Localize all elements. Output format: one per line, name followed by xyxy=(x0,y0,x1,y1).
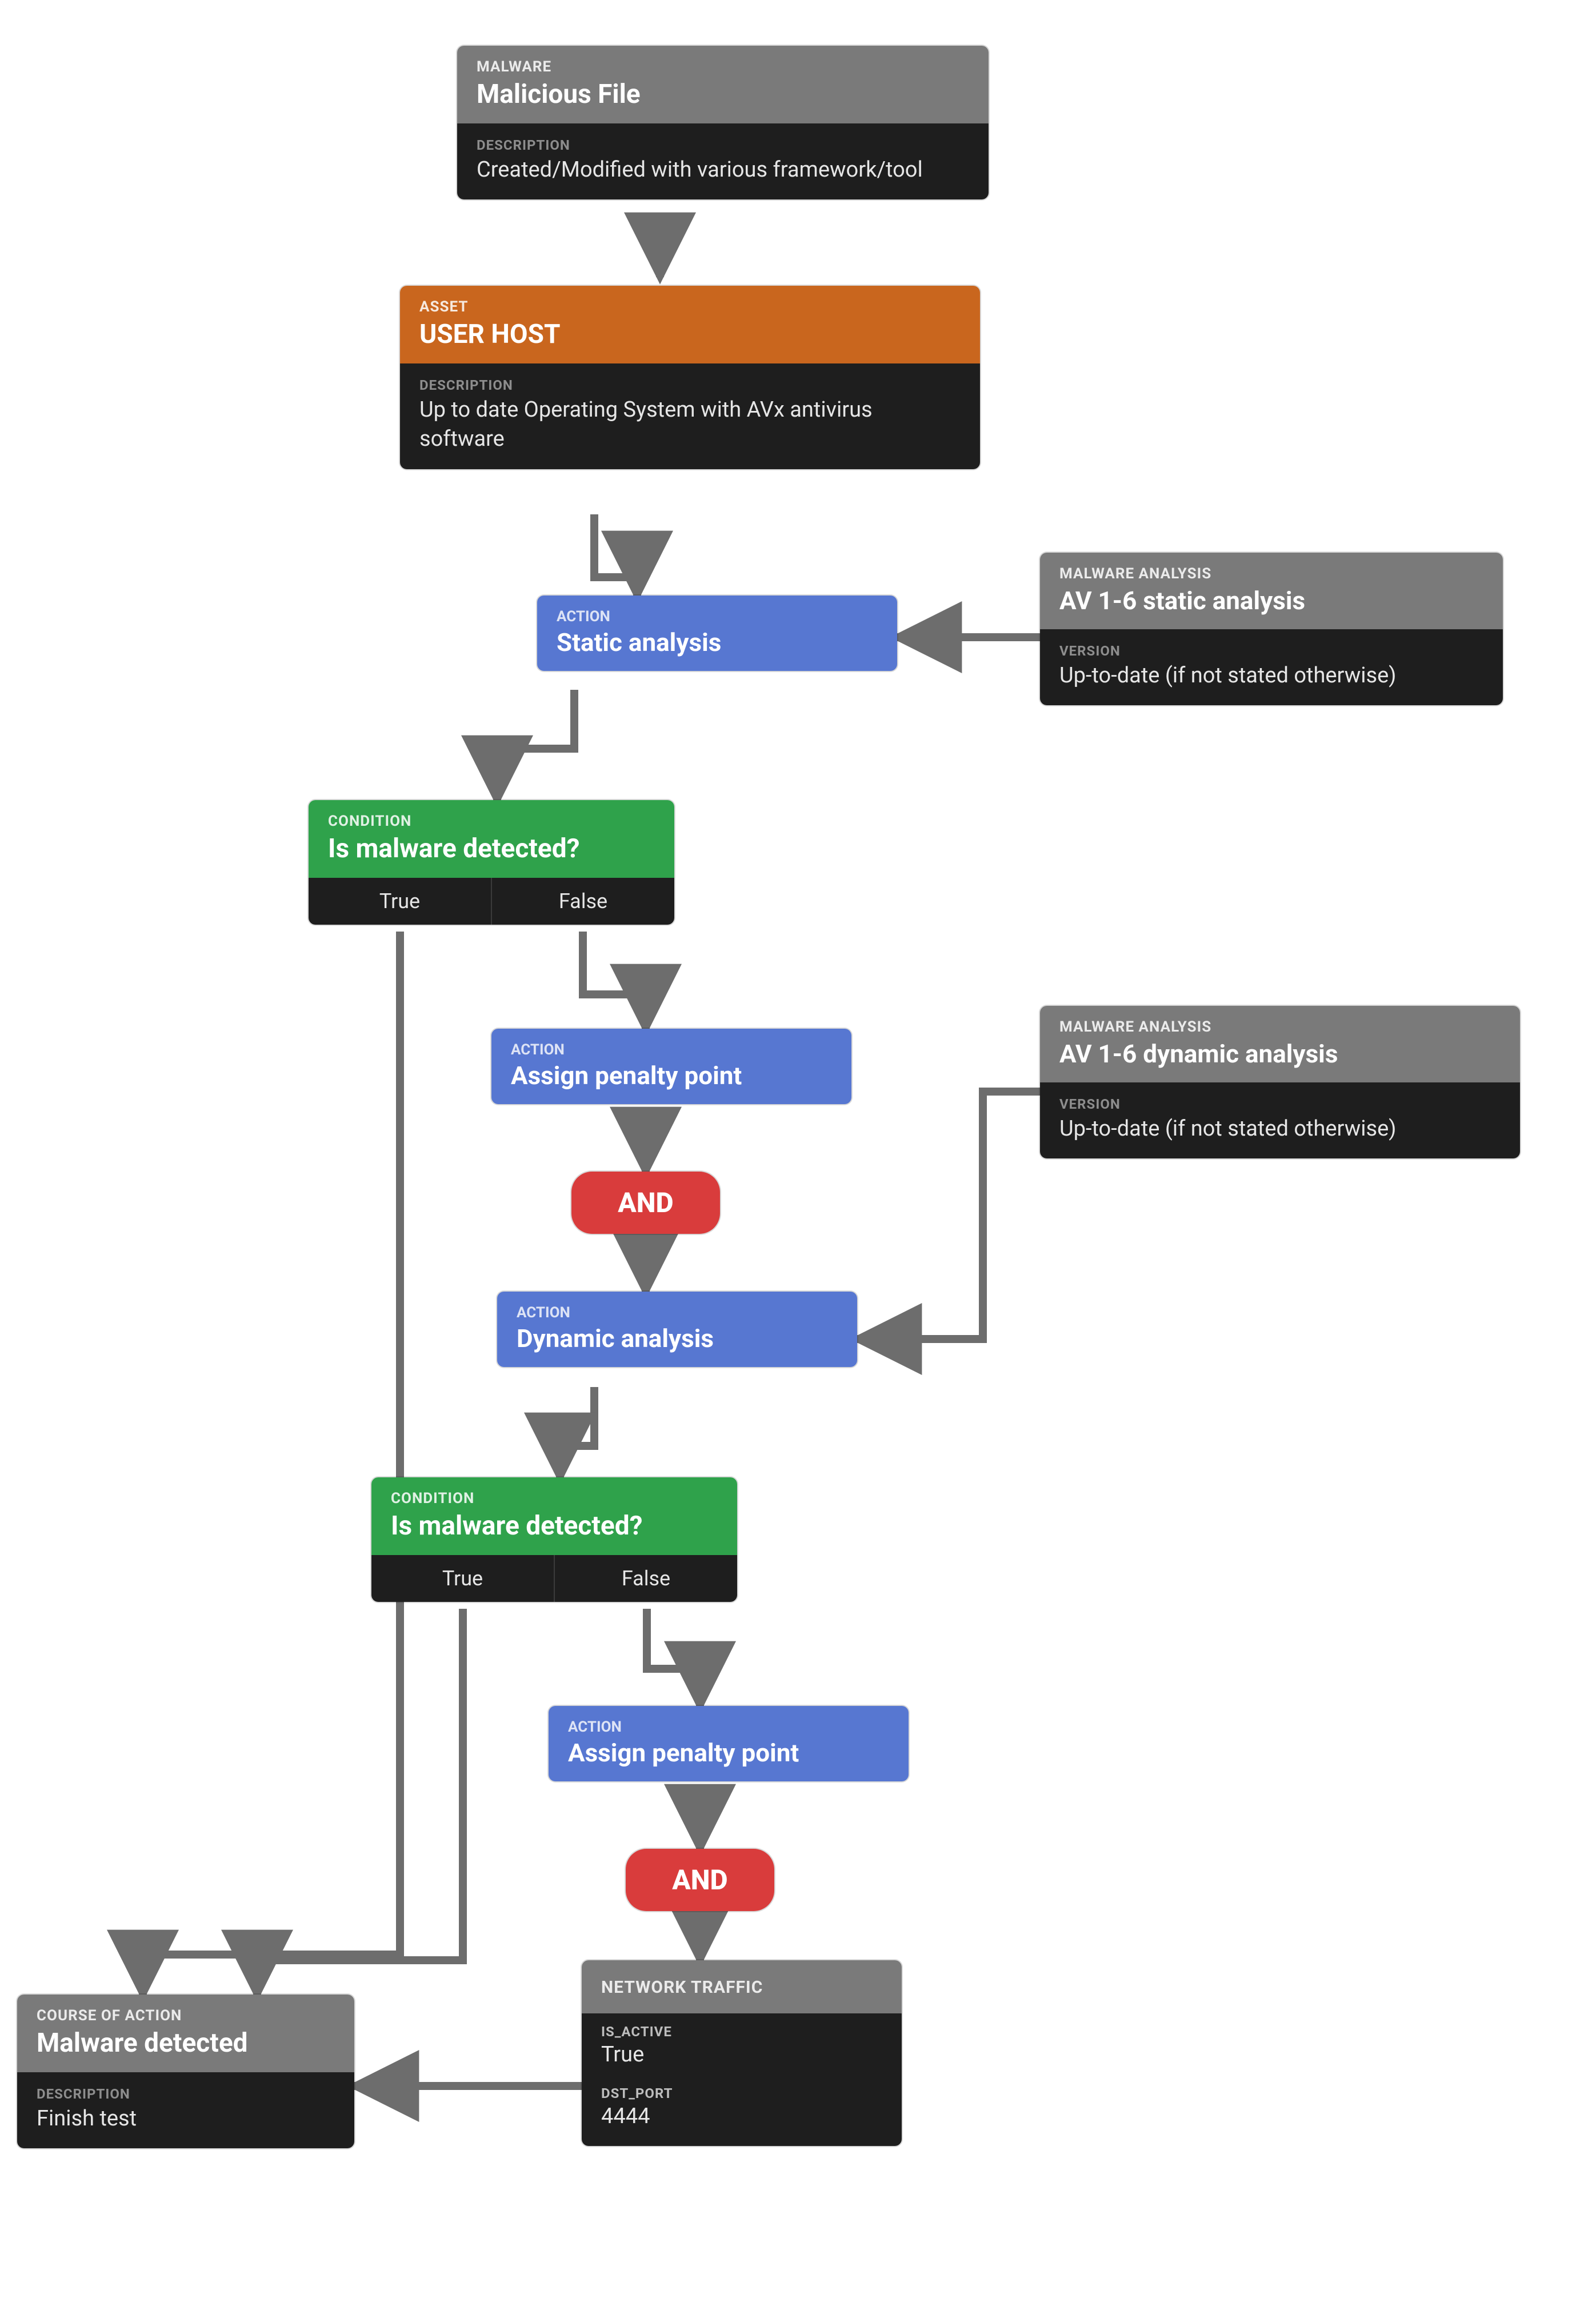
node-dynamic-analysis-ref: MALWARE ANALYSIS AV 1-6 dynamic analysis… xyxy=(1040,1006,1520,1158)
cond2-title: Is malware detected? xyxy=(371,1508,737,1555)
node-asset-desc-label: DESCRIPTION xyxy=(400,363,980,394)
action-assign-penalty-1: ACTION Assign penalty point xyxy=(491,1029,851,1104)
cond2-false[interactable]: False xyxy=(555,1555,737,1602)
node-static-ref-ver-label: VERSION xyxy=(1040,629,1503,660)
cond2-type: CONDITION xyxy=(371,1477,737,1508)
node-course-of-action: COURSE OF ACTION Malware detected DESCRI… xyxy=(17,1995,354,2148)
action-penalty2-title: Assign penalty point xyxy=(549,1737,909,1781)
net-dstport-value: 4444 xyxy=(582,2103,902,2146)
action-dynamic-analysis: ACTION Dynamic analysis xyxy=(497,1292,857,1367)
node-malware: MALWARE Malicious File DESCRIPTION Creat… xyxy=(457,46,989,199)
net-isactive-value: True xyxy=(582,2041,902,2075)
coa-desc: Finish test xyxy=(17,2103,354,2148)
node-network-traffic: NETWORK TRAFFIC IS_ACTIVE True DST_PORT … xyxy=(582,1960,902,2146)
node-asset-title: USER HOST xyxy=(400,317,980,363)
action-static-analysis: ACTION Static analysis xyxy=(537,596,897,671)
action-dynamic-type: ACTION xyxy=(497,1292,857,1322)
coa-title: Malware detected xyxy=(17,2025,354,2072)
action-static-type: ACTION xyxy=(537,596,897,626)
node-dynamic-ref-type: MALWARE ANALYSIS xyxy=(1040,1006,1520,1037)
action-penalty1-title: Assign penalty point xyxy=(491,1060,851,1104)
action-penalty1-type: ACTION xyxy=(491,1029,851,1060)
node-network-header: NETWORK TRAFFIC xyxy=(582,1960,902,2013)
cond2-true[interactable]: True xyxy=(371,1555,555,1602)
coa-type: COURSE OF ACTION xyxy=(17,1995,354,2025)
coa-desc-label: DESCRIPTION xyxy=(17,2072,354,2103)
flowchart-canvas: MALWARE Malicious File DESCRIPTION Creat… xyxy=(0,0,1596,2306)
operator-and-1: AND xyxy=(571,1172,720,1234)
node-dynamic-ref-ver: Up-to-date (if not stated otherwise) xyxy=(1040,1113,1520,1158)
condition-malware-detected-1: CONDITION Is malware detected? True Fals… xyxy=(309,800,674,925)
node-dynamic-ref-title: AV 1-6 dynamic analysis xyxy=(1040,1037,1520,1082)
node-static-analysis-ref: MALWARE ANALYSIS AV 1-6 static analysis … xyxy=(1040,553,1503,705)
cond1-true[interactable]: True xyxy=(309,878,492,925)
node-malware-title: Malicious File xyxy=(457,77,989,123)
node-static-ref-type: MALWARE ANALYSIS xyxy=(1040,553,1503,584)
node-static-ref-ver: Up-to-date (if not stated otherwise) xyxy=(1040,660,1503,705)
node-static-ref-title: AV 1-6 static analysis xyxy=(1040,584,1503,629)
action-penalty2-type: ACTION xyxy=(549,1706,909,1737)
net-isactive-label: IS_ACTIVE xyxy=(582,2013,902,2041)
action-assign-penalty-2: ACTION Assign penalty point xyxy=(549,1706,909,1781)
node-malware-desc: Created/Modified with various framework/… xyxy=(457,154,989,199)
node-asset: ASSET USER HOST DESCRIPTION Up to date O… xyxy=(400,286,980,469)
action-static-title: Static analysis xyxy=(537,626,897,671)
cond1-type: CONDITION xyxy=(309,800,674,831)
condition-malware-detected-2: CONDITION Is malware detected? True Fals… xyxy=(371,1477,737,1602)
node-asset-desc: Up to date Operating System with AVx ant… xyxy=(400,394,980,469)
net-dstport-label: DST_PORT xyxy=(582,2075,902,2103)
node-asset-type: ASSET xyxy=(400,286,980,317)
node-dynamic-ref-ver-label: VERSION xyxy=(1040,1082,1520,1113)
cond1-false[interactable]: False xyxy=(492,878,674,925)
action-dynamic-title: Dynamic analysis xyxy=(497,1322,857,1367)
operator-and-2: AND xyxy=(626,1849,774,1911)
cond1-title: Is malware detected? xyxy=(309,831,674,878)
node-malware-type: MALWARE xyxy=(457,46,989,77)
node-malware-desc-label: DESCRIPTION xyxy=(457,123,989,154)
